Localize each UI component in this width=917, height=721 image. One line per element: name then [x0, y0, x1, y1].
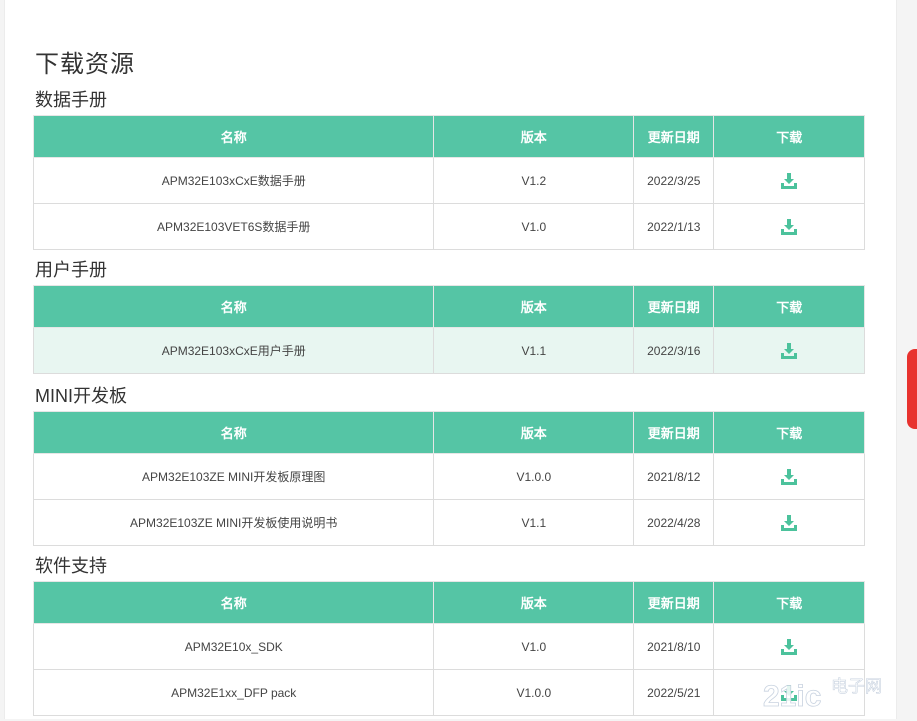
file-version: V1.0.0: [433, 669, 635, 716]
download-cell: [713, 203, 865, 250]
download-icon[interactable]: [780, 342, 798, 360]
section-software-support: 软件支持 名称 版本 更新日期 下载 APM32E10x_SDK V1.0 20…: [32, 551, 865, 716]
svg-text:电子网: 电子网: [831, 677, 882, 697]
download-icon[interactable]: [780, 638, 798, 656]
header-version: 版本: [433, 115, 635, 158]
header-version: 版本: [433, 581, 635, 624]
file-date: 2022/1/13: [633, 203, 715, 250]
download-cell: [713, 623, 865, 670]
file-name: APM32E1xx_DFP pack: [32, 669, 435, 716]
header-download: 下载: [713, 411, 865, 454]
section-title: MINI开发板: [35, 386, 127, 406]
header-name: 名称: [32, 581, 435, 624]
file-name: APM32E103xCxE用户手册: [32, 327, 435, 374]
file-date: 2022/4/28: [633, 499, 715, 546]
file-version: V1.0: [433, 203, 635, 250]
header-date: 更新日期: [633, 581, 715, 624]
file-date: 2022/3/25: [633, 157, 715, 204]
table-row: APM32E103xCxE用户手册 V1.1 2022/3/16: [32, 327, 865, 374]
table-header-row: 名称 版本 更新日期 下载: [32, 411, 865, 454]
download-cell: [713, 453, 865, 500]
side-float-tab[interactable]: [907, 349, 917, 429]
download-icon[interactable]: [780, 172, 798, 190]
download-icon[interactable]: [780, 514, 798, 532]
section-datasheet: 数据手册 名称 版本 更新日期 下载 APM32E103xCxE数据手册 V1.…: [32, 85, 865, 250]
file-name: APM32E103xCxE数据手册: [32, 157, 435, 204]
section-title: 软件支持: [35, 556, 107, 576]
header-date: 更新日期: [633, 285, 715, 328]
header-version: 版本: [433, 411, 635, 454]
table-row: APM32E103xCxE数据手册 V1.2 2022/3/25: [32, 157, 865, 204]
file-version: V1.2: [433, 157, 635, 204]
header-download: 下载: [713, 581, 865, 624]
table-row: APM32E103VET6S数据手册 V1.0 2022/1/13: [32, 203, 865, 250]
header-name: 名称: [32, 115, 435, 158]
svg-text:21ic: 21ic: [763, 680, 821, 713]
file-date: 2022/5/21: [633, 669, 715, 716]
table-header-row: 名称 版本 更新日期 下载: [32, 115, 865, 158]
download-table: 名称 版本 更新日期 下载 APM32E10x_SDK V1.0 2021/8/…: [32, 581, 865, 716]
file-version: V1.0.0: [433, 453, 635, 500]
table-row: APM32E103ZE MINI开发板原理图 V1.0.0 2021/8/12: [32, 453, 865, 500]
header-date: 更新日期: [633, 115, 715, 158]
header-version: 版本: [433, 285, 635, 328]
table-header-row: 名称 版本 更新日期 下载: [32, 581, 865, 624]
watermark-logo: 21ic 电子网: [763, 672, 913, 716]
download-icon[interactable]: [780, 218, 798, 236]
header-name: 名称: [32, 411, 435, 454]
table-row: APM32E103ZE MINI开发板使用说明书 V1.1 2022/4/28: [32, 499, 865, 546]
header-download: 下载: [713, 285, 865, 328]
download-table: 名称 版本 更新日期 下载 APM32E103xCxE数据手册 V1.2 202…: [32, 115, 865, 250]
file-version: V1.1: [433, 499, 635, 546]
file-date: 2021/8/12: [633, 453, 715, 500]
file-version: V1.1: [433, 327, 635, 374]
section-mini-board: MINI开发板 名称 版本 更新日期 下载 APM32E103ZE MINI开发…: [32, 381, 865, 546]
header-date: 更新日期: [633, 411, 715, 454]
section-title: 数据手册: [35, 90, 107, 110]
table-header-row: 名称 版本 更新日期 下载: [32, 285, 865, 328]
file-name: APM32E103ZE MINI开发板原理图: [32, 453, 435, 500]
download-icon[interactable]: [780, 468, 798, 486]
table-row: APM32E10x_SDK V1.0 2021/8/10: [32, 623, 865, 670]
file-name: APM32E103VET6S数据手册: [32, 203, 435, 250]
file-date: 2022/3/16: [633, 327, 715, 374]
file-name: APM32E10x_SDK: [32, 623, 435, 670]
header-download: 下载: [713, 115, 865, 158]
download-cell: [713, 327, 865, 374]
download-table: 名称 版本 更新日期 下载 APM32E103xCxE用户手册 V1.1 202…: [32, 285, 865, 374]
download-table: 名称 版本 更新日期 下载 APM32E103ZE MINI开发板原理图 V1.…: [32, 411, 865, 546]
file-version: V1.0: [433, 623, 635, 670]
section-title: 用户手册: [35, 260, 107, 280]
file-name: APM32E103ZE MINI开发板使用说明书: [32, 499, 435, 546]
table-row: APM32E1xx_DFP pack V1.0.0 2022/5/21: [32, 669, 865, 716]
header-name: 名称: [32, 285, 435, 328]
file-date: 2021/8/10: [633, 623, 715, 670]
page-title: 下载资源: [35, 51, 135, 79]
download-cell: [713, 499, 865, 546]
section-user-manual: 用户手册 名称 版本 更新日期 下载 APM32E103xCxE用户手册 V1.…: [32, 255, 865, 374]
download-cell: [713, 157, 865, 204]
